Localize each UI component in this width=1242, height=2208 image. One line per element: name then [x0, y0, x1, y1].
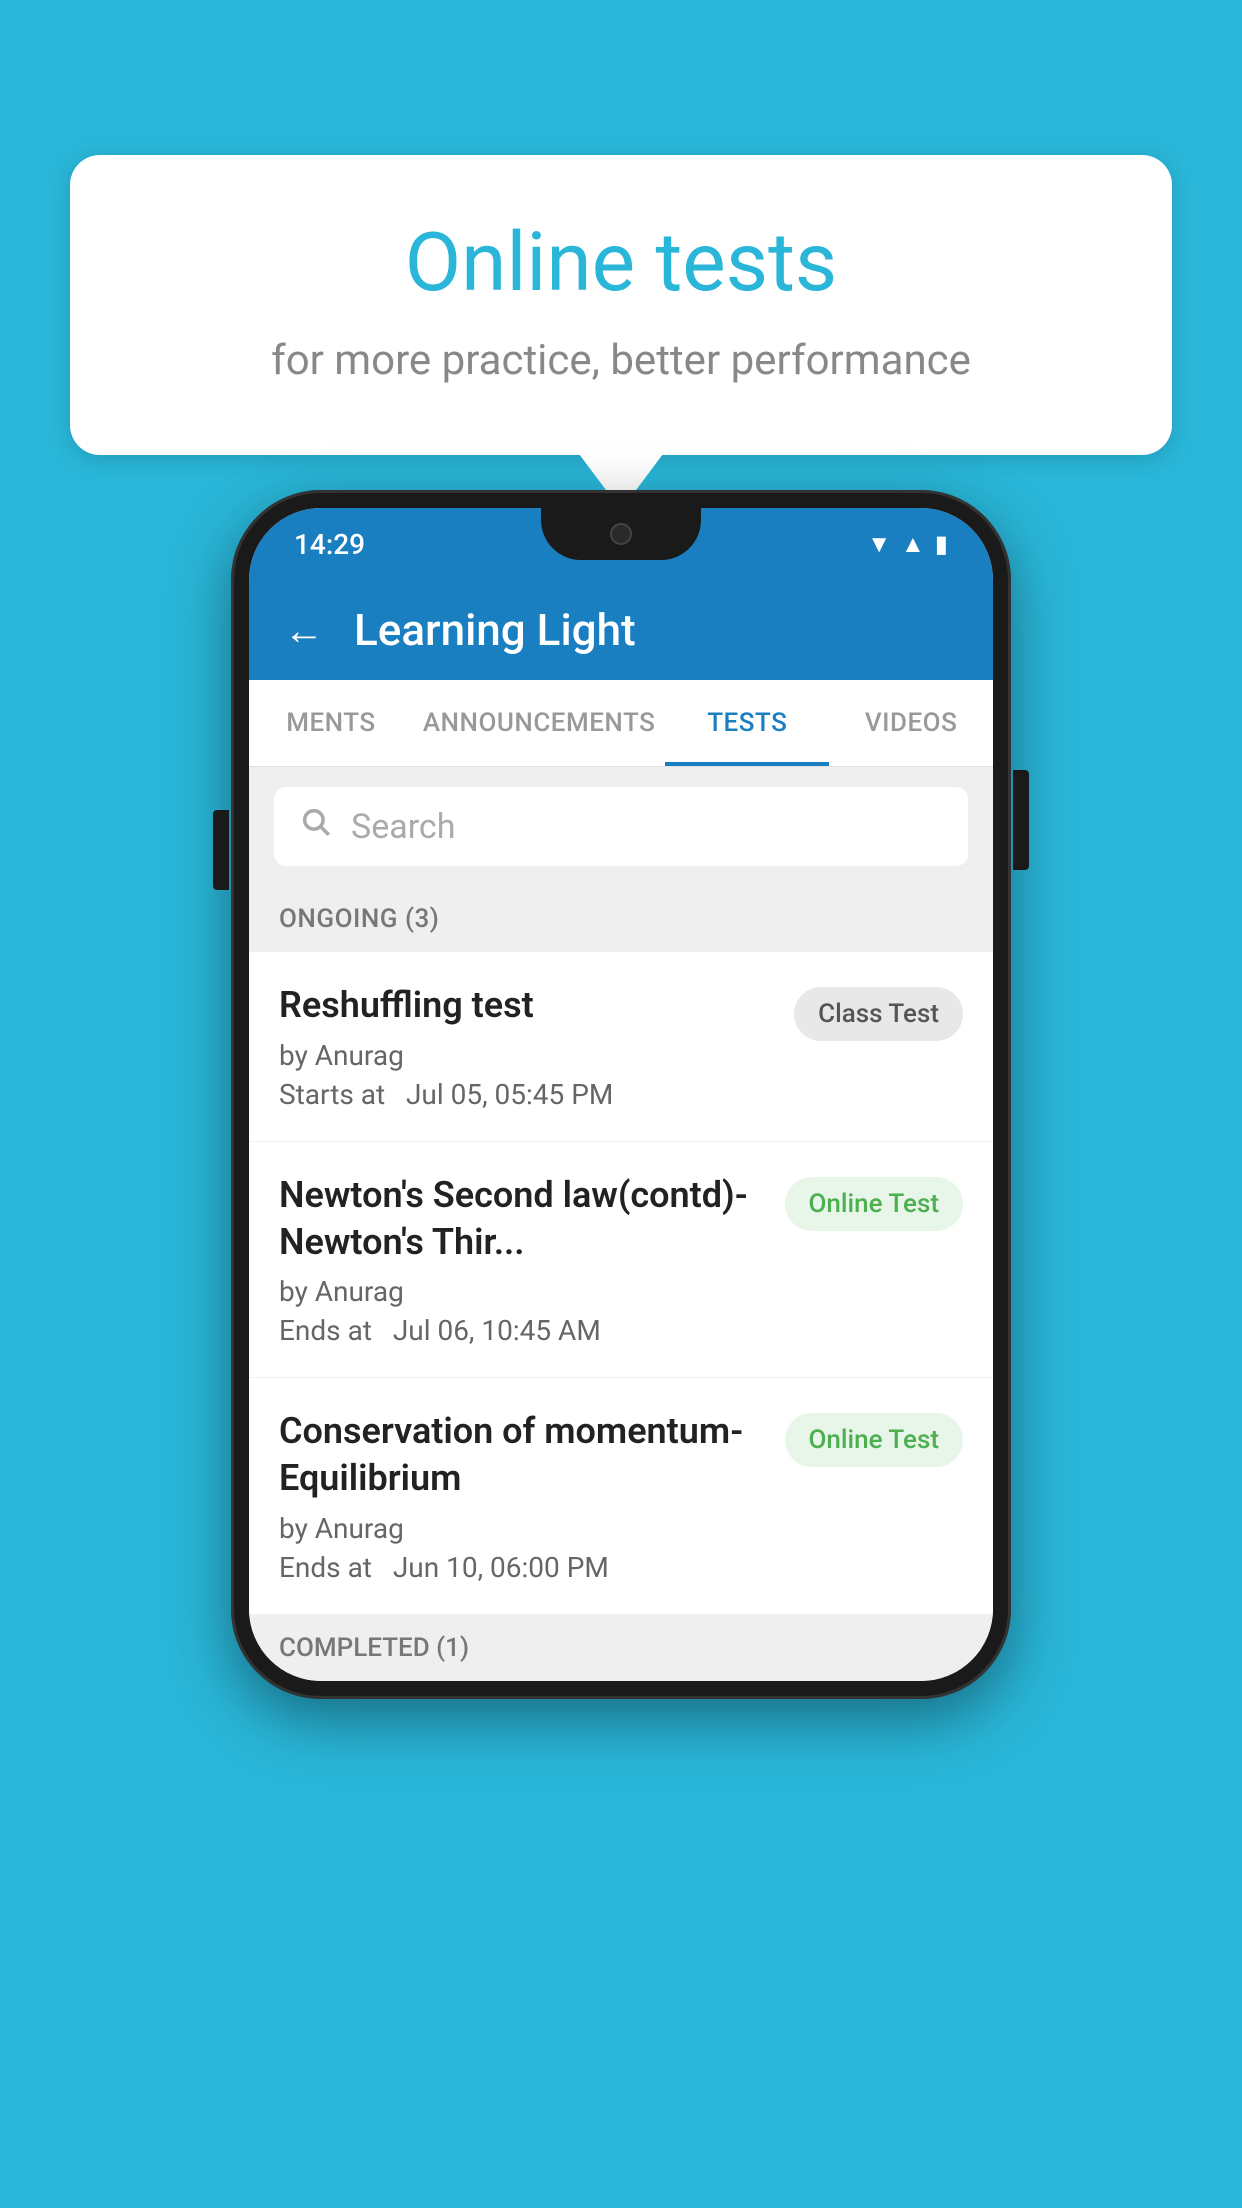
- phone-mockup: 14:29 ▼ ▲ ▮ ← Learning Light MENTS ANNOU…: [231, 490, 1011, 1699]
- tab-tests[interactable]: TESTS: [665, 680, 829, 766]
- search-icon: [299, 805, 333, 848]
- bubble-title: Online tests: [150, 215, 1092, 311]
- test-time: Starts at Jul 05, 05:45 PM: [279, 1078, 774, 1111]
- test-name: Reshuffling test: [279, 982, 774, 1029]
- test-time-value: Jul 05, 05:45 PM: [406, 1078, 613, 1111]
- status-time: 14:29: [294, 528, 365, 561]
- test-info: Conservation of momentum-Equilibrium by …: [279, 1408, 765, 1584]
- app-header: ← Learning Light: [249, 580, 993, 680]
- tests-list: Reshuffling test by Anurag Starts at Jul…: [249, 952, 993, 1615]
- test-badge-class-test: Class Test: [794, 987, 963, 1041]
- test-name: Conservation of momentum-Equilibrium: [279, 1408, 765, 1502]
- test-author: by Anurag: [279, 1275, 765, 1308]
- test-author: by Anurag: [279, 1512, 765, 1545]
- test-time: Ends at Jul 06, 10:45 AM: [279, 1314, 765, 1347]
- signal-icon: ▲: [901, 530, 925, 559]
- wifi-icon: ▼: [867, 530, 891, 559]
- phone-outer: 14:29 ▼ ▲ ▮ ← Learning Light MENTS ANNOU…: [231, 490, 1011, 1699]
- app-title: Learning Light: [354, 604, 636, 656]
- test-time-label: Ends at: [279, 1551, 372, 1584]
- search-container: Search: [249, 767, 993, 886]
- test-info: Reshuffling test by Anurag Starts at Jul…: [279, 982, 774, 1111]
- status-icons: ▼ ▲ ▮: [867, 530, 948, 559]
- test-info: Newton's Second law(contd)-Newton's Thir…: [279, 1172, 765, 1348]
- notch: [541, 508, 701, 560]
- tab-videos[interactable]: VIDEOS: [829, 680, 993, 766]
- test-name: Newton's Second law(contd)-Newton's Thir…: [279, 1172, 765, 1266]
- search-placeholder: Search: [351, 807, 455, 847]
- test-item[interactable]: Reshuffling test by Anurag Starts at Jul…: [249, 952, 993, 1142]
- test-item[interactable]: Newton's Second law(contd)-Newton's Thir…: [249, 1142, 993, 1379]
- tabs-container: MENTS ANNOUNCEMENTS TESTS VIDEOS: [249, 680, 993, 767]
- test-time: Ends at Jun 10, 06:00 PM: [279, 1551, 765, 1584]
- camera-dot: [610, 523, 632, 545]
- back-button[interactable]: ←: [284, 607, 324, 654]
- tab-ments[interactable]: MENTS: [249, 680, 413, 766]
- test-item[interactable]: Conservation of momentum-Equilibrium by …: [249, 1378, 993, 1615]
- test-time-label: Ends at: [279, 1314, 372, 1347]
- ongoing-section-header: ONGOING (3): [249, 886, 993, 952]
- test-time-value: Jun 10, 06:00 PM: [393, 1551, 609, 1584]
- test-time-value: Jul 06, 10:45 AM: [393, 1314, 601, 1347]
- test-badge-online-test-2: Online Test: [785, 1413, 964, 1467]
- test-badge-online-test: Online Test: [785, 1177, 964, 1231]
- test-time-label: Starts at: [279, 1078, 385, 1111]
- search-input-wrapper[interactable]: Search: [274, 787, 968, 866]
- bubble-subtitle: for more practice, better performance: [150, 336, 1092, 385]
- phone-screen: 14:29 ▼ ▲ ▮ ← Learning Light MENTS ANNOU…: [249, 508, 993, 1681]
- battery-icon: ▮: [935, 530, 948, 558]
- speech-bubble: Online tests for more practice, better p…: [70, 155, 1172, 455]
- status-bar: 14:29 ▼ ▲ ▮: [249, 508, 993, 580]
- test-author: by Anurag: [279, 1039, 774, 1072]
- tab-announcements[interactable]: ANNOUNCEMENTS: [413, 680, 666, 766]
- completed-section-header: COMPLETED (1): [249, 1615, 993, 1681]
